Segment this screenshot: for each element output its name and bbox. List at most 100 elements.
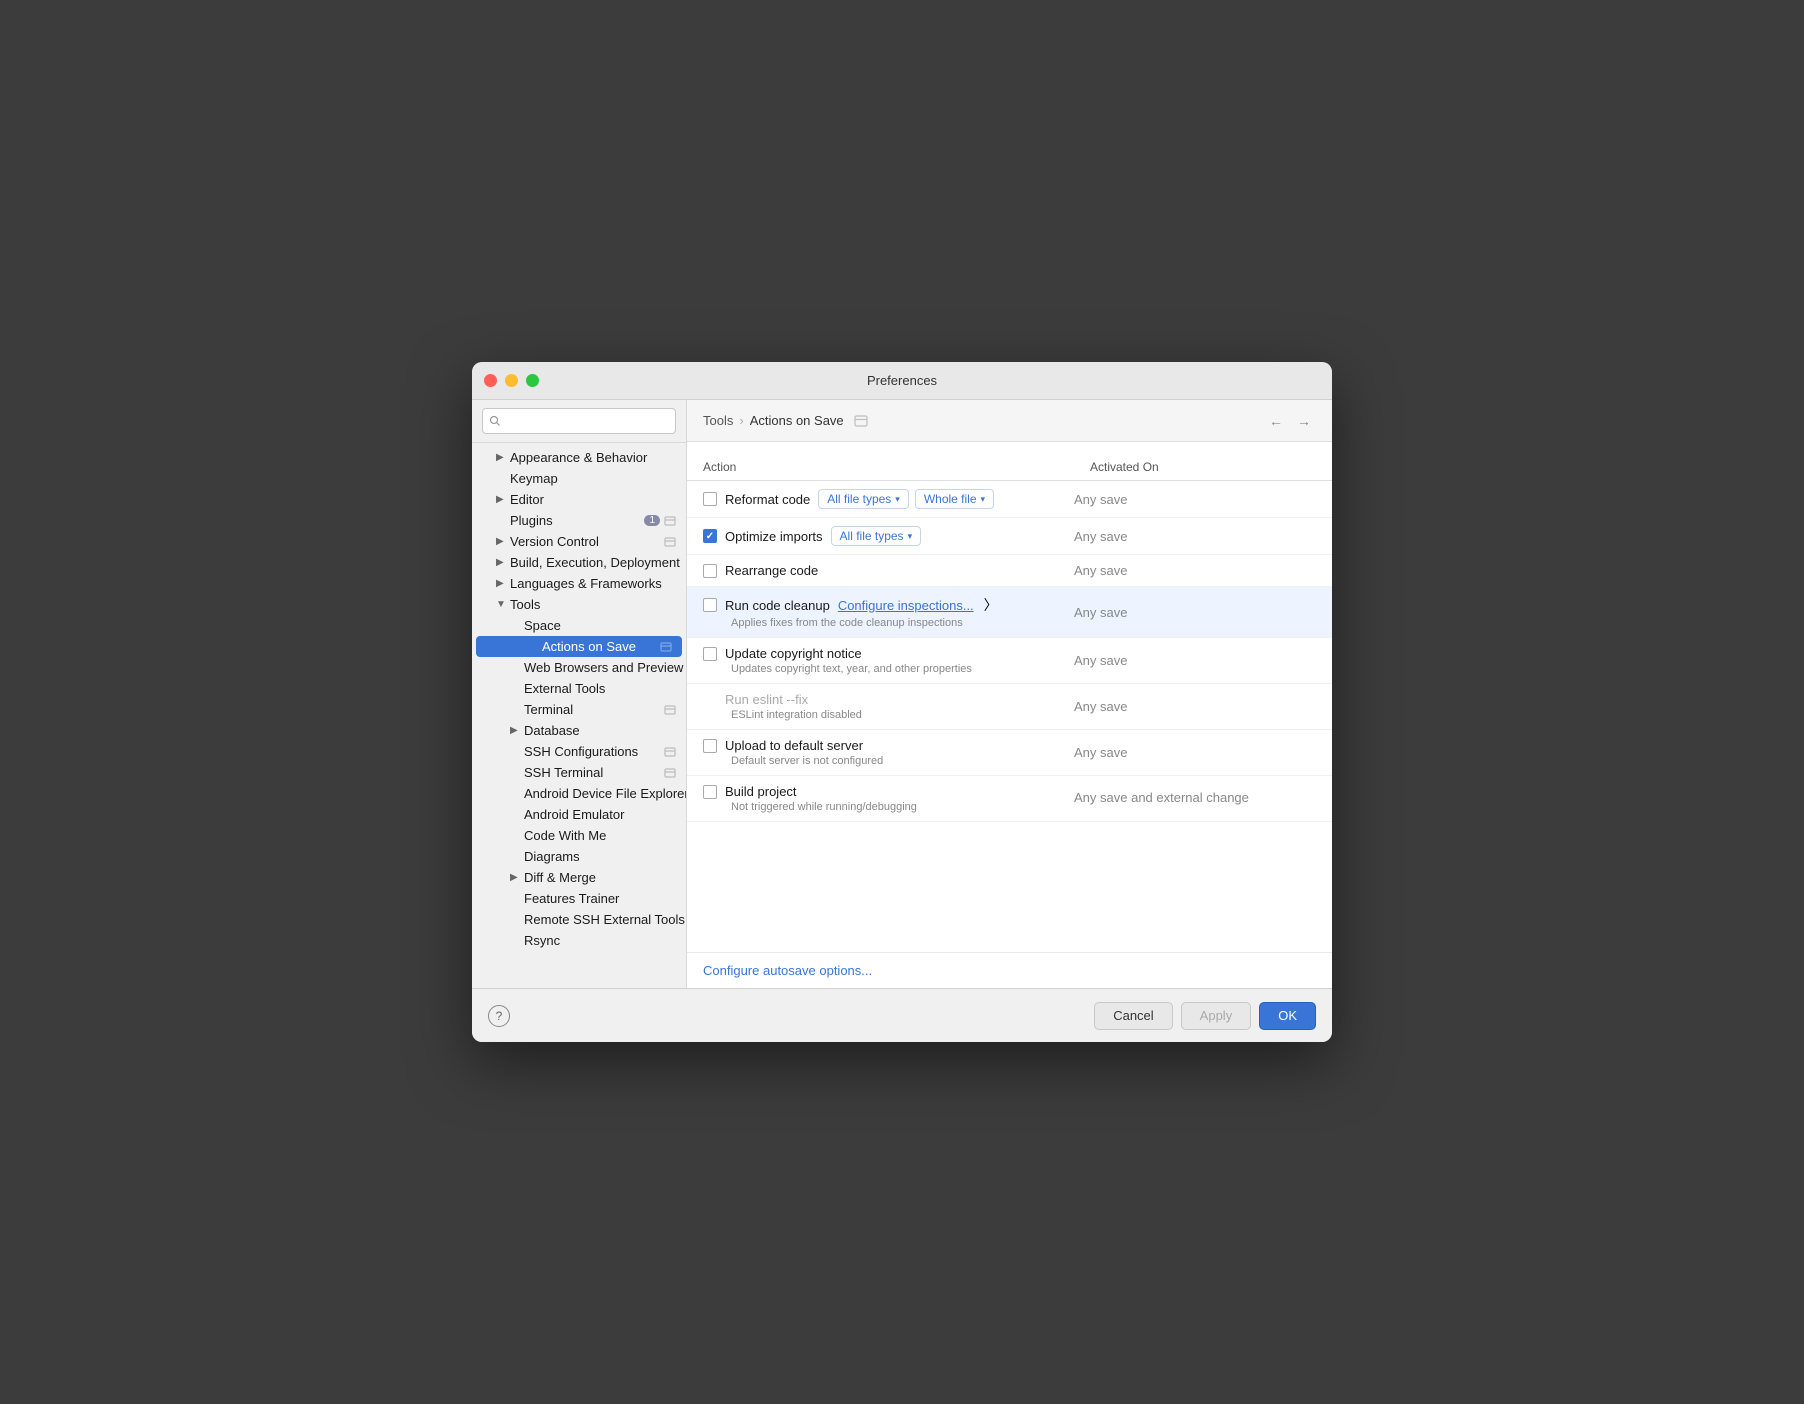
sidebar-item-version-control[interactable]: ▶ Version Control xyxy=(472,531,686,552)
search-input[interactable] xyxy=(482,408,676,434)
sidebar-item-label: Editor xyxy=(510,492,676,507)
reformat-code-checkbox[interactable] xyxy=(703,492,717,506)
sidebar-item-label: SSH Configurations xyxy=(524,744,660,759)
sidebar-item-label: Keymap xyxy=(510,471,676,486)
settings-icon xyxy=(664,746,676,758)
action-buttons: Cancel Apply OK xyxy=(1094,1002,1316,1030)
sidebar-item-build[interactable]: ▶ Build, Execution, Deployment xyxy=(472,552,686,573)
sidebar-item-ssh-configurations[interactable]: SSH Configurations xyxy=(472,741,686,762)
maximize-button[interactable] xyxy=(526,374,539,387)
cancel-button[interactable]: Cancel xyxy=(1094,1002,1172,1030)
activated-cell: Any save xyxy=(1074,518,1332,555)
bottom-bar: ? Cancel Apply OK xyxy=(472,988,1332,1042)
sidebar-item-features-trainer[interactable]: Features Trainer xyxy=(472,888,686,909)
action-cell: Reformat code All file types ▾ Whole fil… xyxy=(687,481,1074,518)
reformat-file-types-dropdown[interactable]: All file types ▾ xyxy=(818,489,909,509)
action-cell: Run eslint --fix ESLint integration disa… xyxy=(687,684,1074,730)
sidebar-item-label: Plugins xyxy=(510,513,640,528)
optimize-file-types-dropdown[interactable]: All file types ▾ xyxy=(831,526,922,546)
sidebar-item-database[interactable]: ▶ Database xyxy=(472,720,686,741)
action-description: ESLint integration disabled xyxy=(731,709,1058,721)
chevron-down-icon: ▾ xyxy=(908,531,913,542)
table-row: Update copyright notice Updates copyrigh… xyxy=(687,638,1332,684)
sidebar-item-web-browsers[interactable]: Web Browsers and Preview xyxy=(472,657,686,678)
sidebar-item-label: Android Emulator xyxy=(524,807,676,822)
sidebar-item-label: Diagrams xyxy=(524,849,676,864)
minimize-button[interactable] xyxy=(505,374,518,387)
sidebar-item-ssh-terminal[interactable]: SSH Terminal xyxy=(472,762,686,783)
sidebar-item-editor[interactable]: ▶ Editor xyxy=(472,489,686,510)
sidebar-item-label: Android Device File Explorer xyxy=(524,786,686,801)
action-main: Run eslint --fix xyxy=(703,692,1058,707)
table-row: Run eslint --fix ESLint integration disa… xyxy=(687,684,1332,730)
sidebar-item-diagrams[interactable]: Diagrams xyxy=(472,846,686,867)
sidebar-item-code-with-me[interactable]: Code With Me xyxy=(472,825,686,846)
breadcrumb-parent: Tools xyxy=(703,413,733,428)
configure-autosave-link[interactable]: Configure autosave options... xyxy=(703,963,872,978)
optimize-imports-checkbox[interactable] xyxy=(703,529,717,543)
configure-inspections-link[interactable]: Configure inspections... xyxy=(838,598,974,613)
sidebar-item-diff-merge[interactable]: ▶ Diff & Merge xyxy=(472,867,686,888)
nav-arrows: ← → xyxy=(1264,409,1316,433)
chevron-right-icon: ▶ xyxy=(510,872,524,883)
sidebar-item-label: Code With Me xyxy=(524,828,676,843)
sidebar-item-tools[interactable]: ▼ Tools xyxy=(472,594,686,615)
sidebar-item-actions-on-save[interactable]: Actions on Save xyxy=(476,636,682,657)
sidebar: ▶ Appearance & Behavior Keymap ▶ Editor … xyxy=(472,400,687,988)
main-content: ▶ Appearance & Behavior Keymap ▶ Editor … xyxy=(472,400,1332,988)
chevron-down-icon: ▾ xyxy=(981,494,986,505)
build-project-checkbox[interactable] xyxy=(703,785,717,799)
action-main: Run code cleanup Configure inspections..… xyxy=(703,595,1058,615)
table-row: Upload to default server Default server … xyxy=(687,730,1332,776)
apply-button[interactable]: Apply xyxy=(1181,1002,1252,1030)
sidebar-item-label: Web Browsers and Preview xyxy=(524,660,683,675)
nav-back-button[interactable]: ← xyxy=(1264,409,1288,433)
sidebar-item-remote-ssh[interactable]: Remote SSH External Tools xyxy=(472,909,686,930)
sidebar-item-languages[interactable]: ▶ Languages & Frameworks xyxy=(472,573,686,594)
table-row: Build project Not triggered while runnin… xyxy=(687,776,1332,822)
update-copyright-checkbox[interactable] xyxy=(703,647,717,661)
upload-server-checkbox[interactable] xyxy=(703,739,717,753)
sidebar-item-label: Database xyxy=(524,723,676,738)
action-name: Optimize imports xyxy=(725,529,823,544)
action-description: Not triggered while running/debugging xyxy=(731,801,1058,813)
ok-button[interactable]: OK xyxy=(1259,1002,1316,1030)
breadcrumb-current: Actions on Save xyxy=(750,413,844,428)
chevron-right-icon: ▶ xyxy=(496,557,510,568)
action-name: Run eslint --fix xyxy=(725,692,808,707)
window-controls xyxy=(484,374,539,387)
chevron-right-icon: ▶ xyxy=(510,725,524,736)
sidebar-item-label: Version Control xyxy=(510,534,660,549)
reformat-scope-dropdown[interactable]: Whole file ▾ xyxy=(915,489,994,509)
help-button[interactable]: ? xyxy=(488,1005,510,1027)
action-controls: All file types ▾ xyxy=(831,526,922,546)
action-name: Rearrange code xyxy=(725,563,818,578)
chevron-down-icon: ▾ xyxy=(895,494,900,505)
sidebar-item-terminal[interactable]: Terminal xyxy=(472,699,686,720)
sidebar-item-plugins[interactable]: Plugins 1 xyxy=(472,510,686,531)
close-button[interactable] xyxy=(484,374,497,387)
sidebar-item-rsync[interactable]: Rsync xyxy=(472,930,686,951)
action-name: Update copyright notice xyxy=(725,646,862,661)
rearrange-code-checkbox[interactable] xyxy=(703,564,717,578)
sidebar-item-android-device[interactable]: Android Device File Explorer xyxy=(472,783,686,804)
sidebar-item-keymap[interactable]: Keymap xyxy=(472,468,686,489)
action-name: Reformat code xyxy=(725,492,810,507)
sidebar-scroll: ▶ Appearance & Behavior Keymap ▶ Editor … xyxy=(472,443,686,988)
plugins-badge: 1 xyxy=(644,515,660,526)
run-code-cleanup-checkbox[interactable] xyxy=(703,598,717,612)
activated-cell: Any save xyxy=(1074,638,1332,684)
sidebar-item-external-tools[interactable]: External Tools xyxy=(472,678,686,699)
sidebar-item-space[interactable]: Space xyxy=(472,615,686,636)
sidebar-item-appearance[interactable]: ▶ Appearance & Behavior xyxy=(472,447,686,468)
action-cell: Rearrange code xyxy=(687,555,1074,587)
table-row: Run code cleanup Configure inspections..… xyxy=(687,587,1332,638)
search-box xyxy=(472,400,686,443)
sidebar-item-label: Actions on Save xyxy=(542,639,656,654)
sidebar-item-android-emulator[interactable]: Android Emulator xyxy=(472,804,686,825)
nav-forward-button[interactable]: → xyxy=(1292,409,1316,433)
settings-icon xyxy=(664,536,676,548)
action-description: Updates copyright text, year, and other … xyxy=(731,663,1058,675)
sidebar-item-label: Diff & Merge xyxy=(524,870,676,885)
sidebar-item-label: SSH Terminal xyxy=(524,765,660,780)
